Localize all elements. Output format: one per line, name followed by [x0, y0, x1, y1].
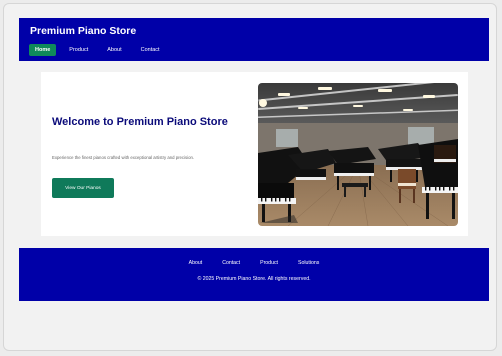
- nav-home-link[interactable]: Home: [29, 44, 57, 56]
- site-header: Premium Piano Store Home Product About C…: [19, 18, 489, 61]
- footer-product-link[interactable]: Product: [260, 260, 278, 266]
- nav-product-link[interactable]: Product: [63, 44, 94, 56]
- nav-contact-link[interactable]: Contact: [135, 44, 166, 56]
- hero-section: Welcome to Premium Piano Store Experienc…: [41, 72, 468, 236]
- footer-links: About Contact Product Solutions: [19, 260, 489, 266]
- browser-frame: Premium Piano Store Home Product About C…: [3, 3, 497, 351]
- hero-title: Welcome to Premium Piano Store: [52, 116, 228, 128]
- hero-subtitle: Experience the finest pianos crafted wit…: [52, 155, 195, 160]
- footer-solutions-link[interactable]: Solutions: [298, 260, 319, 266]
- piano-showroom-image: [258, 83, 458, 226]
- main-nav: Home Product About Contact: [29, 44, 173, 56]
- footer-about-link[interactable]: About: [189, 260, 203, 266]
- copyright-text: © 2025 Premium Piano Store. All rights r…: [197, 276, 311, 282]
- view-pianos-button[interactable]: View Our Pianos: [52, 178, 114, 198]
- site-footer: About Contact Product Solutions © 2025 P…: [19, 248, 489, 301]
- nav-about-link[interactable]: About: [101, 44, 127, 56]
- footer-contact-link[interactable]: Contact: [222, 260, 240, 266]
- brand-title[interactable]: Premium Piano Store: [30, 25, 136, 37]
